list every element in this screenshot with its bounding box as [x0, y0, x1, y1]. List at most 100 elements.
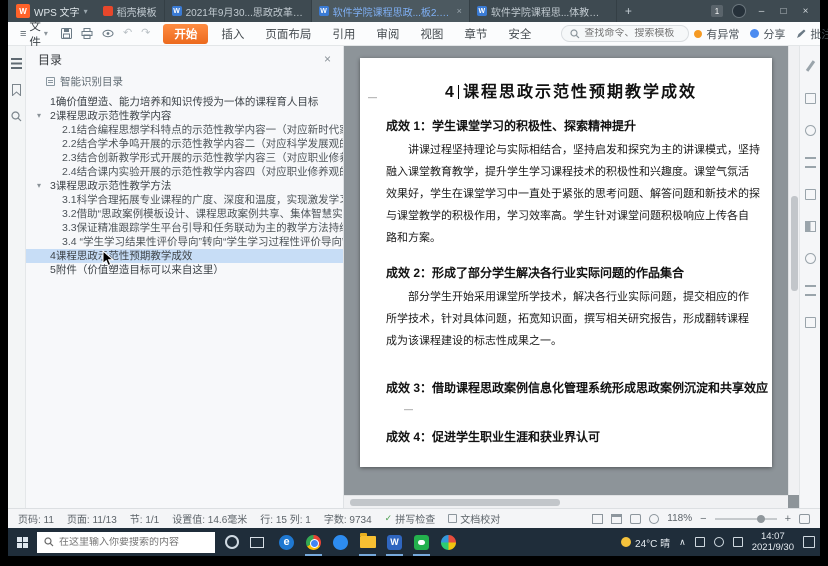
redo-icon[interactable]: ↷: [141, 28, 150, 39]
outline-panel-icon[interactable]: [11, 58, 22, 69]
contrast-tool-icon[interactable]: [805, 221, 816, 232]
start-button[interactable]: [8, 528, 36, 556]
toc-item-3[interactable]: ▾3课程思政示范性教学方法: [26, 179, 343, 193]
task-view-icon[interactable]: [250, 537, 264, 548]
toc-item-2-1[interactable]: 2.1结合编程思想学科特点的示范性教学内容一（对应新时代家国观的培养目标）: [26, 123, 343, 137]
chevron-down-icon[interactable]: ▾: [37, 179, 41, 193]
print-preview-icon[interactable]: [102, 28, 114, 39]
tray-expand-icon[interactable]: ∧: [679, 537, 686, 548]
taskbar-app-photos[interactable]: [435, 528, 462, 556]
layout-tool-icon[interactable]: [805, 317, 816, 328]
section-title-4[interactable]: 成效 4：促进学生职业生涯和获业界认可: [386, 428, 756, 445]
horizontal-scrollbar[interactable]: [344, 495, 788, 508]
comment-button[interactable]: 批注: [796, 26, 828, 42]
section-title-3[interactable]: 成效 3：借助课程思政案例信息化管理系统形成思政案例沉淀和共享效应: [386, 379, 756, 396]
ribbon-tab-home[interactable]: 开始: [163, 24, 208, 44]
document-heading[interactable]: 4课程思政示范性预期教学成效: [386, 78, 756, 102]
maximize-button[interactable]: □: [777, 6, 790, 17]
search-icon[interactable]: [11, 111, 22, 122]
ribbon-tab-insert[interactable]: 插入: [213, 24, 252, 44]
toc-item-2-2[interactable]: 2.2结合学术争鸣开展的示范性教学内容二（对应科学发展观的培养目标）: [26, 137, 343, 151]
bookmark-icon[interactable]: [12, 84, 21, 96]
taskbar-app-chrome[interactable]: [300, 528, 327, 556]
ribbon-tab-references[interactable]: 引用: [324, 24, 363, 44]
tab-document-2-active[interactable]: W 软件学院课程思政...板2.0-马春霞 ×: [312, 0, 470, 22]
toc-item-3-3[interactable]: 3.3保证精准跟踪学生平台引导和任务联动为主的教学方法持续推进情况: [26, 221, 343, 235]
body-line[interactable]: 讲课过程坚持理论与实际相结合，坚持启发和探究为主的讲课模式，坚持: [386, 139, 756, 161]
chevron-down-icon[interactable]: ▾: [37, 109, 41, 123]
sync-status[interactable]: 有异常: [694, 26, 739, 42]
network-icon[interactable]: [695, 537, 705, 547]
toc-item-2-3[interactable]: 2.3结合创新教学形式开展的示范性教学内容三（对应职业修养观的培养目标——…: [26, 151, 343, 165]
word-count[interactable]: 字数: 9734: [324, 511, 372, 526]
edit-pen-icon[interactable]: [805, 60, 814, 72]
action-center-icon[interactable]: [803, 536, 815, 548]
body-line[interactable]: 融入课堂教育教学，提升学生学习课程技术的积极性和兴趣度。课堂气氛活: [386, 161, 756, 183]
print-layout-view-icon[interactable]: [592, 514, 603, 524]
weather-widget[interactable]: 24°C 晴: [621, 535, 670, 550]
input-method-icon[interactable]: [733, 537, 743, 547]
zoom-out-icon[interactable]: −: [700, 513, 706, 525]
web-layout-view-icon[interactable]: [630, 514, 641, 524]
toc-item-1[interactable]: 1确价值塑造、能力培养和知识传授为一体的课程育人目标: [26, 95, 343, 109]
toc-item-3-2[interactable]: 3.2借助“思政案例模板设计、课程思政案例共享、集体智慧实战演练”理念，自…: [26, 207, 343, 221]
command-search[interactable]: [561, 25, 689, 42]
taskbar-app-explorer[interactable]: [354, 528, 381, 556]
zoom-slider[interactable]: [715, 518, 777, 520]
taskbar-clock[interactable]: 14:07 2021/9/30: [752, 531, 794, 553]
help-tool-icon[interactable]: [805, 253, 816, 264]
body-line[interactable]: 与课堂教学的积极作用，学习效率高。学生针对课堂问题积极响应上传各自: [386, 205, 756, 227]
body-line[interactable]: 部分学生开始采用课堂所学技术，解决各行业实际问题，提交相应的作: [386, 286, 756, 308]
ribbon-tab-review[interactable]: 审阅: [368, 24, 407, 44]
tab-document-3[interactable]: W 软件学院课程思...体教师继续完善: [470, 0, 617, 22]
notification-badge[interactable]: 1: [711, 5, 723, 17]
user-avatar[interactable]: [732, 4, 746, 18]
ribbon-tab-page-layout[interactable]: 页面布局: [257, 24, 319, 44]
body-line[interactable]: 成为该课程建设的标志性成果之一。: [386, 330, 756, 352]
ribbon-tab-section[interactable]: 章节: [456, 24, 495, 44]
ribbon-tab-view[interactable]: 视图: [412, 24, 451, 44]
taskbar-app-edge[interactable]: e: [273, 528, 300, 556]
ribbon-tab-security[interactable]: 安全: [500, 24, 539, 44]
toc-item-3-1[interactable]: 3.1科学合理拓展专业课程的广度、深度和温度，实现激发学习动机的教学方法: [26, 193, 343, 207]
cortana-icon[interactable]: [225, 535, 239, 549]
spell-check-button[interactable]: ✓ 拼写检查: [385, 511, 436, 526]
body-line[interactable]: 路和方案。: [386, 227, 756, 249]
zoom-slider-thumb[interactable]: [757, 515, 765, 523]
fit-page-icon[interactable]: [799, 514, 810, 524]
toc-item-4-selected[interactable]: 4课程思政示范性预期教学成效: [26, 249, 343, 263]
taskbar-app-messenger[interactable]: [327, 528, 354, 556]
print-icon[interactable]: [81, 28, 93, 39]
toc-item-2[interactable]: ▾2课程思政示范性教学内容: [26, 109, 343, 123]
format-icon[interactable]: [805, 93, 816, 104]
taskbar-search-input[interactable]: [59, 537, 208, 548]
list-tool-icon[interactable]: [805, 285, 816, 296]
file-menu[interactable]: ≡ 文件 ▾: [16, 18, 52, 50]
vertical-scrollbar[interactable]: [788, 46, 799, 495]
tab-docer[interactable]: 稻壳模板: [96, 0, 165, 22]
toc-item-5[interactable]: 5附件（价值塑造目标可以来自这里）: [26, 263, 343, 277]
taskbar-app-wps[interactable]: W: [381, 528, 408, 556]
minimize-button[interactable]: –: [755, 6, 768, 17]
command-search-input[interactable]: [584, 28, 680, 39]
scrollbar-thumb[interactable]: [350, 499, 560, 506]
body-line[interactable]: 所学技术，针对具体问题，拓宽知识面，撰写相关研究报告，形成翻转课程: [386, 308, 756, 330]
color-picker-icon[interactable]: [805, 125, 816, 136]
smart-catalog-button[interactable]: 智能识别目录: [26, 72, 343, 95]
tab-document-1[interactable]: W 2021年9月30...思政改革案例撰写专题会: [165, 0, 312, 22]
taskbar-app-wechat[interactable]: [408, 528, 435, 556]
section-title-1[interactable]: 成效 1：学生课堂学习的积极性、探索精神提升: [386, 117, 756, 134]
close-tab-icon[interactable]: ×: [457, 6, 462, 16]
proofread-button[interactable]: 文档校对: [448, 511, 500, 526]
outline-view-icon[interactable]: [611, 514, 622, 524]
volume-icon[interactable]: [714, 537, 724, 547]
table-tool-icon[interactable]: [805, 189, 816, 200]
fullscreen-view-icon[interactable]: [649, 514, 659, 524]
scrollbar-thumb[interactable]: [791, 196, 798, 291]
section-title-2[interactable]: 成效 2：形成了部分学生解决各行业实际问题的作品集合: [386, 264, 756, 281]
zoom-in-icon[interactable]: +: [785, 513, 791, 525]
document-page[interactable]: — 4课程思政示范性预期教学成效 成效 1：学生课堂学习的积极性、探索精神提升 …: [360, 58, 772, 467]
undo-icon[interactable]: ↶: [123, 28, 132, 39]
new-tab-button[interactable]: +: [617, 4, 640, 18]
toc-item-2-4[interactable]: 2.4结合课内实验开展的示范性教学内容四（对应职业修养观的培养目标——解决…: [26, 165, 343, 179]
